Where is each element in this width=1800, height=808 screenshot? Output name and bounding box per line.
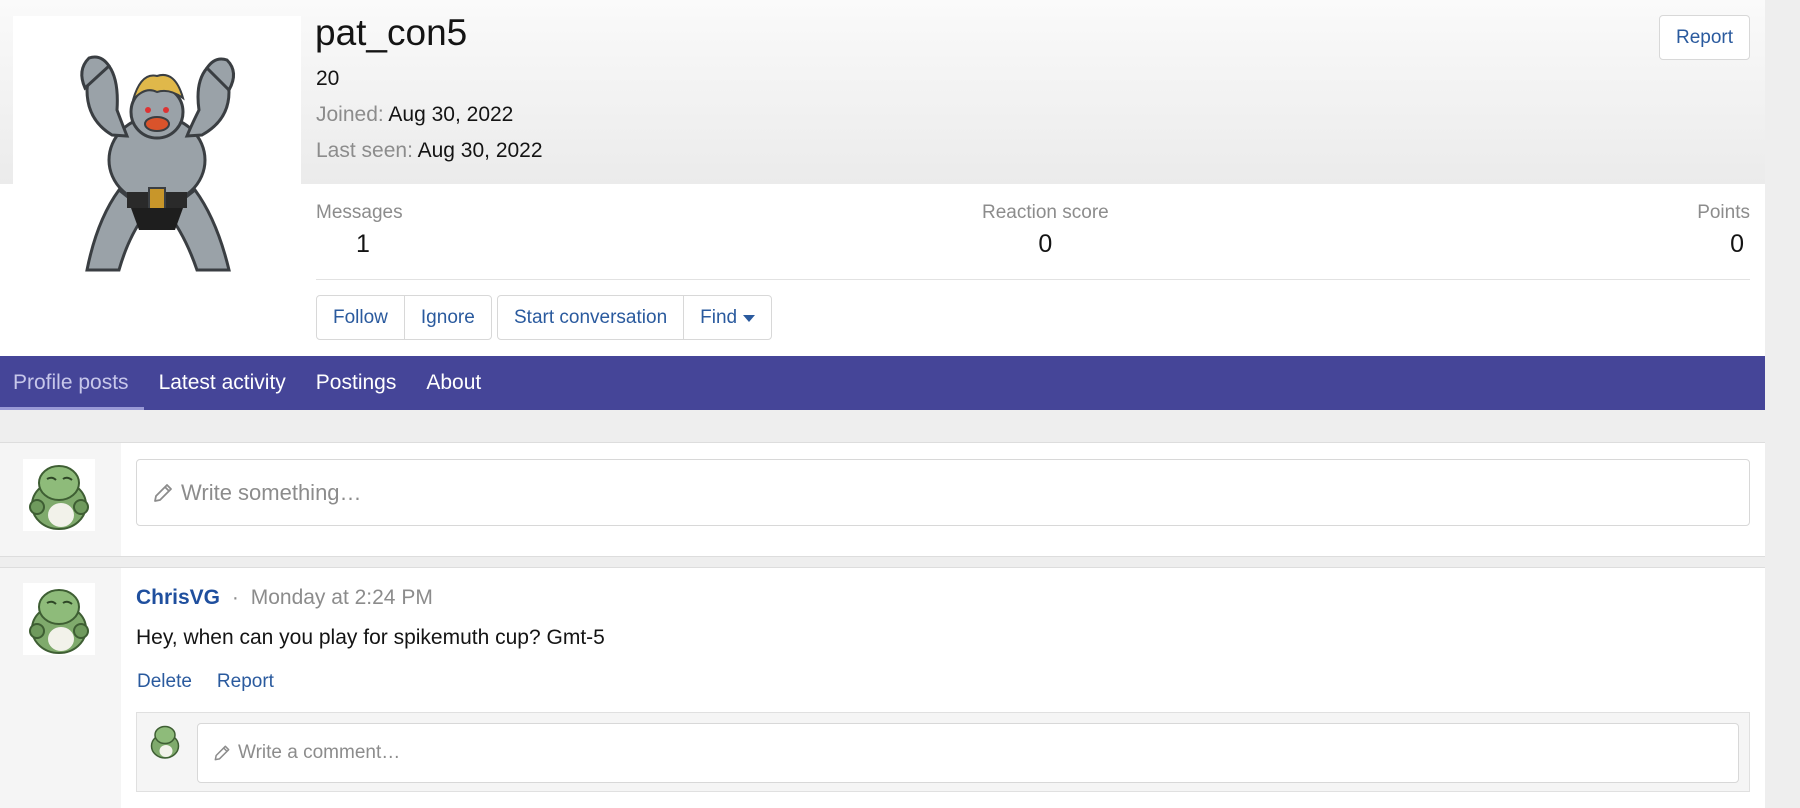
last-seen-label: Last seen: xyxy=(316,139,413,162)
tab-postings[interactable]: Postings xyxy=(301,356,412,410)
post-header: ChrisVG · Monday at 2:24 PM xyxy=(136,586,433,610)
stat-reaction-score: Reaction score 0 xyxy=(982,202,1109,259)
joined-label: Joined: xyxy=(316,103,384,126)
pencil-icon xyxy=(214,745,230,761)
profile-tabs: Profile posts Latest activity Postings A… xyxy=(0,356,1765,410)
commenter-avatar-icon xyxy=(150,725,180,759)
write-something-input[interactable]: Write something… xyxy=(136,459,1750,526)
post-time[interactable]: Monday at 2:24 PM xyxy=(251,586,433,609)
messages-value: 1 xyxy=(356,230,370,258)
last-seen-value: Aug 30, 2022 xyxy=(417,139,543,162)
write-something-placeholder: Write something… xyxy=(181,479,362,505)
reaction-score-value: 0 xyxy=(1038,230,1053,258)
post-actions: Delete Report xyxy=(137,671,274,693)
tab-latest-activity[interactable]: Latest activity xyxy=(144,356,301,410)
profile-header: pat_con5 20 Joined: Aug 30, 2022 Last se… xyxy=(0,0,1765,410)
post-body: Hey, when can you play for spikemuth cup… xyxy=(136,626,605,649)
write-comment-placeholder: Write a comment… xyxy=(238,742,401,763)
delete-post-link[interactable]: Delete xyxy=(137,671,192,693)
ignore-button[interactable]: Ignore xyxy=(405,296,491,339)
profile-post: ChrisVG · Monday at 2:24 PM Hey, when ca… xyxy=(0,567,1765,808)
joined-info: Joined: Aug 30, 2022 xyxy=(316,103,513,127)
caret-down-icon xyxy=(743,315,756,322)
tab-about[interactable]: About xyxy=(411,356,496,410)
profile-post-composer: Write something… xyxy=(0,442,1765,557)
green-pokemon-avatar-icon[interactable] xyxy=(23,459,95,531)
report-profile-button[interactable]: Report xyxy=(1659,15,1750,60)
follow-ignore-group: Follow Ignore xyxy=(316,295,492,340)
pencil-icon xyxy=(154,483,172,502)
find-menu-button[interactable]: Find xyxy=(684,296,771,339)
tab-profile-posts[interactable]: Profile posts xyxy=(0,356,144,410)
user-title: 20 xyxy=(316,67,340,90)
stats-divider xyxy=(316,279,1750,280)
points-label: Points xyxy=(1697,202,1750,223)
messages-label: Messages xyxy=(316,202,403,223)
stat-messages[interactable]: Messages 1 xyxy=(316,202,403,259)
report-post-link[interactable]: Report xyxy=(217,671,274,693)
profile-username: pat_con5 xyxy=(315,12,468,53)
joined-value: Aug 30, 2022 xyxy=(388,103,514,126)
profile-avatar[interactable] xyxy=(13,16,301,304)
start-conversation-button[interactable]: Start conversation xyxy=(498,296,685,339)
chrisvg-avatar-icon[interactable] xyxy=(23,583,95,655)
machamp-avatar-icon xyxy=(80,55,235,272)
reaction-score-label: Reaction score xyxy=(982,202,1109,223)
write-comment-input[interactable]: Write a comment… xyxy=(197,723,1739,783)
find-label: Find xyxy=(700,306,738,328)
post-separator: · xyxy=(231,586,239,609)
post-author-link[interactable]: ChrisVG xyxy=(136,586,220,609)
points-value: 0 xyxy=(1730,230,1744,258)
last-seen-info: Last seen: Aug 30, 2022 xyxy=(316,139,543,163)
follow-button[interactable]: Follow xyxy=(317,296,405,339)
conversation-find-group: Start conversation Find xyxy=(497,295,773,340)
comment-area: Write a comment… xyxy=(136,712,1750,792)
stat-points: Points 0 xyxy=(1692,202,1750,259)
